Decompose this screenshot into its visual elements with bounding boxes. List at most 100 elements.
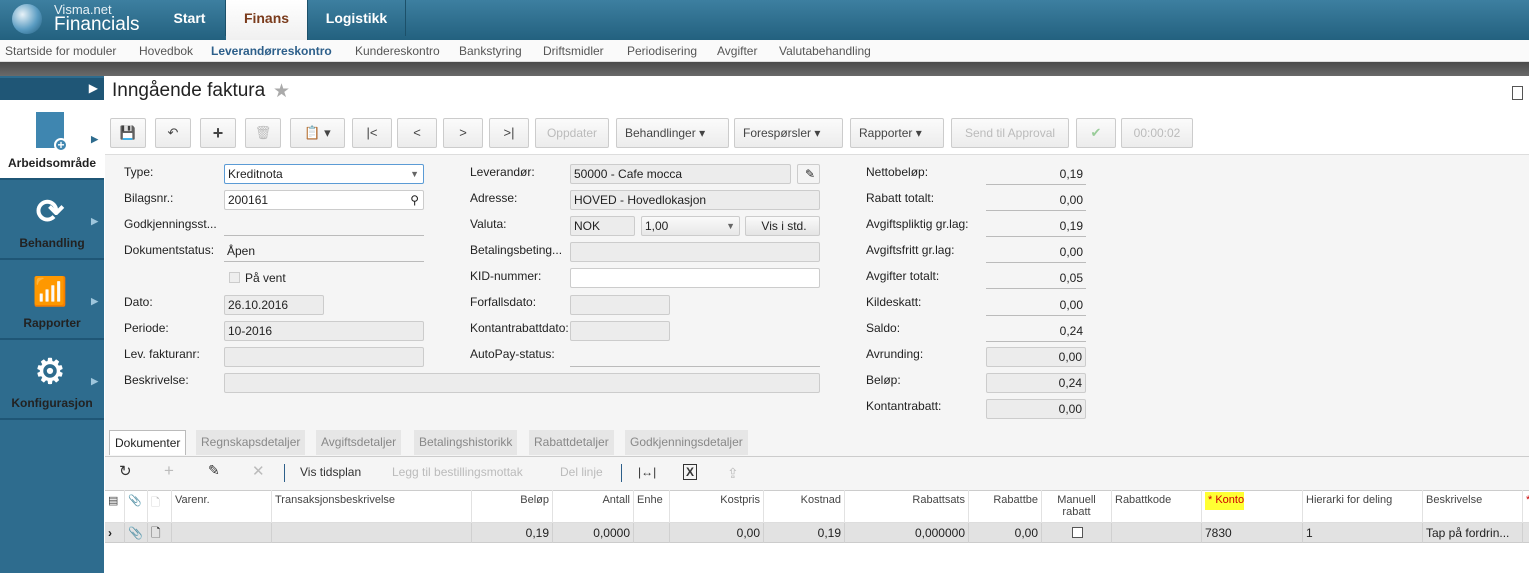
upload-icon[interactable]: ⇪ <box>727 465 739 482</box>
col-konto[interactable]: * Konto <box>1202 490 1303 523</box>
cell-rabattbelop[interactable]: 0,00 <box>969 523 1042 543</box>
add-button[interactable]: + <box>200 118 236 148</box>
cell-beskrivelse[interactable]: Tap på fordrin... <box>1423 523 1523 543</box>
valuta-input[interactable]: NOK <box>570 216 635 236</box>
cell-varenr[interactable] <box>172 523 272 543</box>
delete-button[interactable]: 🗑 <box>245 118 281 148</box>
rapporter-button[interactable]: Rapporter ▾ <box>850 118 944 148</box>
sidebar-item-arbeidsomrade[interactable]: + ▶ Arbeidsområde <box>0 100 104 180</box>
forfallsdato-input[interactable] <box>570 295 670 315</box>
cell-belop[interactable]: 0,19 <box>472 523 553 543</box>
subnav-leverandorreskontro[interactable]: Leverandørreskontro <box>211 44 332 58</box>
col-rabattkode[interactable]: Rabattkode <box>1112 490 1202 523</box>
col-antall[interactable]: Antall <box>553 490 634 523</box>
cell-konto[interactable]: 7830 <box>1202 523 1303 543</box>
del-linje-button[interactable]: Del linje <box>560 465 603 479</box>
col-enhet[interactable]: Enhe <box>634 490 670 523</box>
cell-hierarki[interactable]: 1 <box>1303 523 1423 543</box>
subnav-valutabehandling[interactable]: Valutabehandling <box>779 44 871 58</box>
oppdater-button[interactable]: Oppdater <box>535 118 609 148</box>
subnav-kundereskontro[interactable]: Kundereskontro <box>355 44 440 58</box>
approve-check-button[interactable]: ✔ <box>1076 118 1116 148</box>
row-expand-icon[interactable]: › <box>105 523 125 543</box>
col-rabattsats[interactable]: Rabattsats <box>845 490 969 523</box>
excel-export-icon[interactable]: X <box>683 464 698 480</box>
tab-regnskapsdetaljer[interactable]: Regnskapsdetaljer <box>196 430 306 455</box>
behandlinger-button[interactable]: Behandlinger ▾ <box>616 118 729 148</box>
leverandor-input[interactable]: 50000 - Cafe mocca <box>570 164 791 184</box>
document-icon[interactable] <box>1512 86 1523 100</box>
undo-button[interactable]: ↶ <box>155 118 191 148</box>
tab-finans[interactable]: Finans <box>226 0 308 40</box>
dato-input[interactable]: 26.10.2016 <box>224 295 324 315</box>
col-belop[interactable]: Beløp <box>472 490 553 523</box>
attachment-icon[interactable]: 📎 <box>125 523 148 543</box>
betalingsbetingelser-label: Betalingsbeting... <box>470 243 563 257</box>
subnav-startside[interactable]: Startside for moduler <box>5 44 116 58</box>
refresh-icon[interactable]: ↻ <box>119 462 132 480</box>
row-menu-icon[interactable]: ▤ <box>105 490 125 523</box>
col-rabattbelop[interactable]: Rabattbe <box>969 490 1042 523</box>
favorite-star-icon[interactable]: ★ <box>273 80 290 103</box>
cell-antall[interactable]: 0,0000 <box>553 523 634 543</box>
bilagsnr-input[interactable]: 200161 ⚲ <box>224 190 424 210</box>
tab-rabattdetaljer[interactable]: Rabattdetaljer <box>529 430 614 455</box>
col-kostpris[interactable]: Kostpris <box>670 490 764 523</box>
cell-rabattsats[interactable]: 0,000000 <box>845 523 969 543</box>
kid-nummer-input[interactable] <box>570 268 820 288</box>
tab-start[interactable]: Start <box>154 0 226 36</box>
first-record-button[interactable]: |< <box>352 118 392 148</box>
cell-enhet[interactable] <box>634 523 670 543</box>
add-row-icon[interactable]: + <box>164 461 174 481</box>
send-approval-button[interactable]: Send til Approval <box>951 118 1069 148</box>
sidebar-toggle[interactable]: ▶ <box>0 78 104 100</box>
type-select[interactable]: Kreditnota ▼ <box>224 164 424 184</box>
manuell-rabatt-checkbox[interactable] <box>1072 527 1083 538</box>
delete-row-icon[interactable]: ✕ <box>252 462 265 480</box>
foresporsler-button[interactable]: Forespørsler ▾ <box>734 118 843 148</box>
adresse-input[interactable]: HOVED - Hovedlokasjon <box>570 190 820 210</box>
betalingsbetingelser-input[interactable] <box>570 242 820 262</box>
col-hierarki[interactable]: Hierarki for deling <box>1303 490 1423 523</box>
tab-godkjenningsdetaljer[interactable]: Godkjenningsdetaljer <box>625 430 748 455</box>
col-transaksjonsbeskrivelse[interactable]: Transaksjonsbeskrivelse <box>272 490 472 523</box>
next-record-button[interactable]: > <box>443 118 483 148</box>
subnav-hovedbok[interactable]: Hovedbok <box>139 44 193 58</box>
sidebar-item-konfigurasjon[interactable]: ⚙ ▶ Konfigurasjon <box>0 342 104 420</box>
col-kostnad[interactable]: Kostnad <box>764 490 845 523</box>
beskrivelse-input[interactable] <box>224 373 820 393</box>
cell-rabattkode[interactable] <box>1112 523 1202 543</box>
edit-pencil-icon[interactable]: ✎ <box>797 164 820 184</box>
col-manuell-rabatt[interactable]: Manuell rabatt <box>1042 490 1112 523</box>
kontantrabattdato-input[interactable] <box>570 321 670 341</box>
periode-input[interactable]: 10-2016 <box>224 321 424 341</box>
tab-logistikk[interactable]: Logistikk <box>308 0 406 36</box>
previous-record-button[interactable]: < <box>397 118 437 148</box>
col-varenr[interactable]: Varenr. <box>172 490 272 523</box>
last-record-button[interactable]: >| <box>489 118 529 148</box>
fit-columns-icon[interactable]: |↔| <box>638 465 656 479</box>
cell-kostnad[interactable]: 0,19 <box>764 523 845 543</box>
tab-betalingshistorikk[interactable]: Betalingshistorikk <box>414 430 518 455</box>
save-button[interactable]: 💾 <box>110 118 146 148</box>
vis-tidsplan-button[interactable]: Vis tidsplan <box>300 465 361 479</box>
cell-kostpris[interactable]: 0,00 <box>670 523 764 543</box>
paste-button[interactable]: 📋 ▾ <box>290 118 345 148</box>
cell-transaksjonsbeskrivelse[interactable] <box>272 523 472 543</box>
subnav-avgifter[interactable]: Avgifter <box>717 44 757 58</box>
legg-til-bestillingsmottak-button[interactable]: Legg til bestillingsmottak <box>392 465 523 479</box>
edit-icon[interactable]: ✎ <box>208 462 220 479</box>
sidebar-item-behandling[interactable]: ⟳ ▶ Behandling <box>0 182 104 260</box>
tab-dokumenter[interactable]: Dokumenter <box>109 430 187 455</box>
vis-i-std-button[interactable]: Vis i std. <box>745 216 820 236</box>
lev-fakturanr-input[interactable] <box>224 347 424 367</box>
note-icon[interactable]: 🗋 <box>148 523 172 543</box>
pa-vent-checkbox[interactable] <box>229 272 240 283</box>
sidebar-item-rapporter[interactable]: 📶 ▶ Rapporter <box>0 262 104 340</box>
kurs-select[interactable]: 1,00 ▼ <box>641 216 740 236</box>
col-beskrivelse[interactable]: Beskrivelse <box>1423 490 1523 523</box>
subnav-driftsmidler[interactable]: Driftsmidler <box>543 44 604 58</box>
tab-avgiftsdetaljer[interactable]: Avgiftsdetaljer <box>316 430 402 455</box>
subnav-bankstyring[interactable]: Bankstyring <box>459 44 522 58</box>
subnav-periodisering[interactable]: Periodisering <box>627 44 697 58</box>
